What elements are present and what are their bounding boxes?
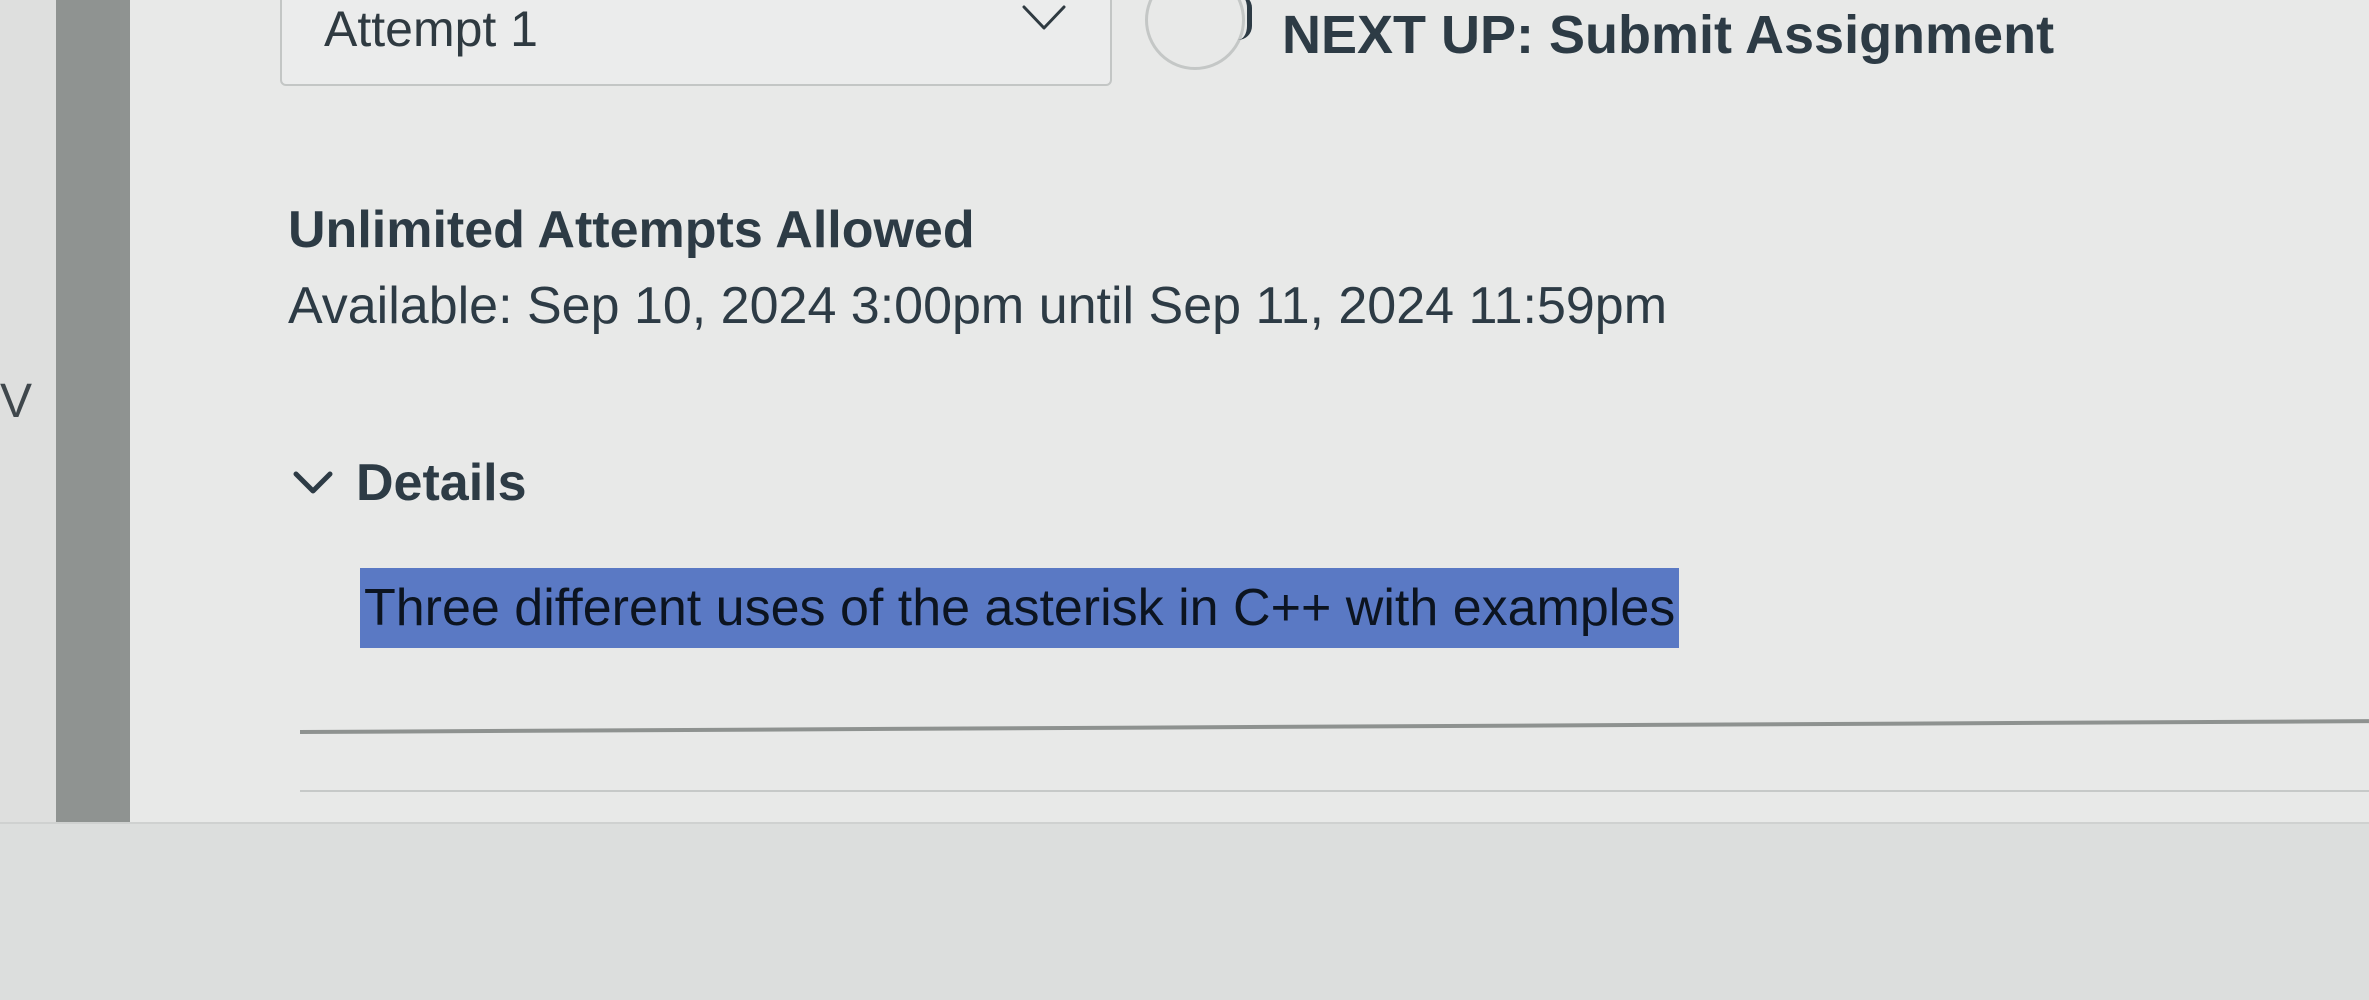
page-footer-area bbox=[0, 822, 2369, 1000]
sidebar-bar bbox=[56, 0, 130, 822]
left-gutter: V bbox=[0, 0, 56, 822]
chevron-down-icon bbox=[293, 471, 333, 494]
attempt-select[interactable]: Attempt 1 bbox=[280, 0, 1112, 86]
section-divider bbox=[300, 790, 2369, 792]
details-toggle[interactable]: Details bbox=[292, 452, 527, 514]
chevron-down-icon bbox=[1022, 5, 1066, 30]
sidebar-collapse-caret[interactable]: V bbox=[0, 378, 32, 426]
next-up-link[interactable]: NEXT UP: Submit Assignment bbox=[1282, 4, 2054, 66]
details-description: Three different uses of the asterisk in … bbox=[360, 568, 1680, 648]
attempt-select-value: Attempt 1 bbox=[324, 1, 538, 57]
details-label: Details bbox=[356, 454, 527, 512]
attempts-allowed-label: Unlimited Attempts Allowed bbox=[288, 201, 975, 259]
availability-dates: Available: Sep 10, 2024 3:00pm until Sep… bbox=[288, 277, 1668, 335]
assignment-page: V Attempt 1 NEXT UP: Submit Assignment U… bbox=[0, 0, 2369, 1000]
main-content bbox=[130, 0, 2369, 822]
